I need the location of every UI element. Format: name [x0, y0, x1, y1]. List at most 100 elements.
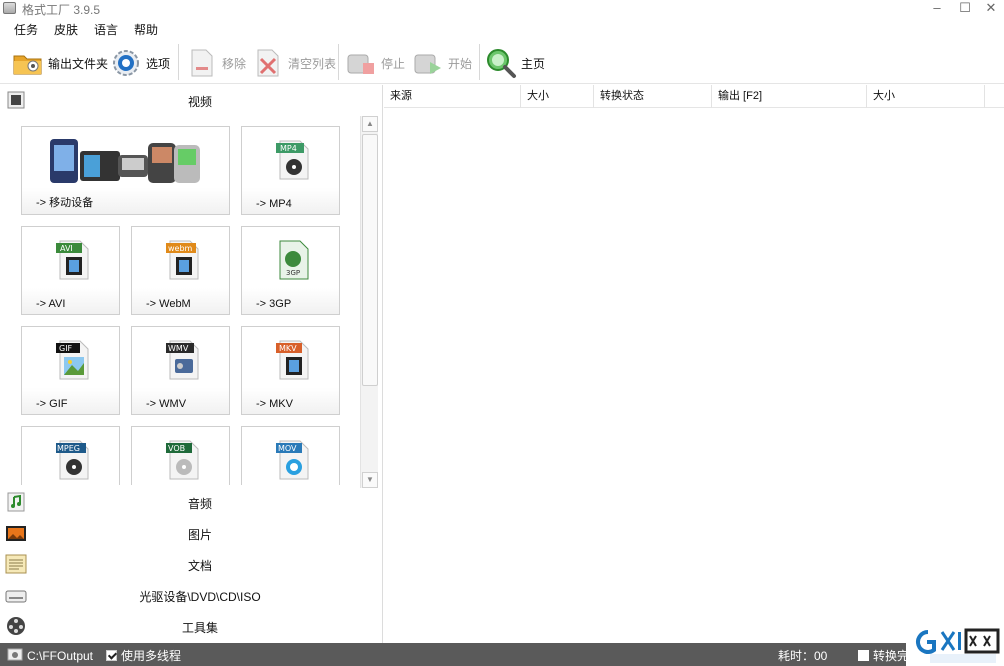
menu-help[interactable]: 帮助: [126, 20, 166, 40]
close-button[interactable]: ✕: [976, 0, 1004, 18]
output-folder-label: 输出文件夹: [48, 56, 109, 71]
category-video-label: 视频: [187, 95, 212, 109]
stop-icon: [345, 47, 377, 79]
webm-file-icon: webm: [166, 237, 200, 281]
category-disc[interactable]: 光驱设备\DVD\CD\ISO: [0, 579, 383, 610]
column-output[interactable]: 输出 [F2]: [712, 85, 867, 108]
toolbar-divider: [338, 44, 339, 80]
menu-language[interactable]: 语言: [86, 20, 126, 40]
tile-gif[interactable]: GIF -> GIF: [21, 326, 120, 415]
start-icon: [412, 47, 444, 79]
category-audio[interactable]: 音频: [0, 486, 383, 517]
svg-text:AVI: AVI: [60, 244, 73, 253]
gif-file-icon: GIF: [56, 337, 90, 381]
stop-label: 停止: [381, 56, 406, 71]
options-button[interactable]: 选项: [110, 47, 170, 79]
output-path: C:\FFOutput: [27, 648, 94, 663]
clear-list-button[interactable]: 清空列表: [252, 47, 336, 79]
avi-file-icon: AVI: [56, 237, 90, 281]
toolbar-divider: [479, 44, 480, 80]
scroll-up-arrow[interactable]: ▲: [362, 116, 378, 132]
svg-text:MKV: MKV: [279, 344, 297, 353]
status-bar: C:\FFOutput 使用多线程 耗时：00 转换完: [0, 643, 1004, 666]
tiles-scrollbar[interactable]: ▲ ▼: [360, 116, 378, 488]
tile-label: -> WebM: [146, 298, 191, 310]
stop-button[interactable]: 停止: [345, 47, 405, 79]
folder-icon: [12, 47, 44, 79]
multithread-label: 使用多线程: [121, 649, 182, 663]
category-audio-label: 音频: [187, 497, 212, 511]
format-tiles: -> 移动设备 MP4 -> MP4 AVI -> AVI webm -> We…: [0, 115, 360, 485]
3gp-file-icon: 3GP: [276, 237, 310, 281]
window-title: 格式工厂 3.9.5: [22, 3, 101, 17]
mov-file-icon: MOV: [276, 437, 310, 481]
scroll-thumb[interactable]: [362, 134, 378, 386]
after-convert-checkbox[interactable]: [858, 650, 869, 661]
mpeg-file-icon: MPEG: [56, 437, 90, 481]
mp4-file-icon: MP4: [276, 137, 310, 181]
gxi-watermark-logo: [906, 622, 1004, 666]
tile-label: -> MKV: [256, 398, 293, 410]
task-list-header: 来源 大小 转换状态 输出 [F2] 大小: [384, 85, 1004, 108]
category-document-label: 文档: [187, 559, 212, 573]
clear-list-icon: [252, 47, 284, 79]
remove-label: 移除: [222, 56, 247, 71]
vob-file-icon: VOB: [166, 437, 200, 481]
svg-text:MP4: MP4: [280, 144, 297, 153]
category-tools-label: 工具集: [181, 621, 218, 635]
mobile-devices-icon: [48, 133, 203, 187]
menu-bar: 任务 皮肤 语言 帮助: [0, 20, 166, 40]
tile-label: -> MP4: [256, 198, 292, 210]
menu-task[interactable]: 任务: [0, 20, 46, 40]
tile-vob[interactable]: VOB: [131, 426, 230, 485]
clear-list-label: 清空列表: [288, 56, 337, 71]
checkbox-checked-icon[interactable]: [106, 650, 117, 661]
svg-text:MOV: MOV: [278, 444, 297, 453]
svg-text:VOB: VOB: [168, 444, 185, 453]
tile-label: -> GIF: [36, 398, 68, 410]
tile-wmv[interactable]: WMV -> WMV: [131, 326, 230, 415]
svg-text:webm: webm: [168, 244, 193, 253]
mkv-file-icon: MKV: [276, 337, 310, 381]
menu-skin[interactable]: 皮肤: [46, 20, 86, 40]
home-button[interactable]: 主页: [485, 47, 545, 79]
tile-label: -> WMV: [146, 398, 187, 410]
category-video-header[interactable]: 视频: [0, 85, 383, 115]
conversion-panel: 视频 -> 移动设备 MP4 -> MP4 AVI -> AVI webm ->…: [0, 85, 383, 643]
home-magnifier-icon: [485, 47, 517, 79]
column-size[interactable]: 大小: [521, 85, 594, 108]
column-source[interactable]: 来源: [384, 85, 521, 108]
elapsed-time: 耗时：00: [778, 647, 827, 664]
tile-label: -> 3GP: [256, 298, 292, 310]
tile-avi[interactable]: AVI -> AVI: [21, 226, 120, 315]
start-label: 开始: [448, 56, 473, 71]
multithread-checkbox[interactable]: 使用多线程: [106, 647, 181, 664]
category-tools[interactable]: 工具集: [0, 610, 383, 641]
after-convert-option[interactable]: 转换完: [858, 647, 909, 664]
tile-label: -> AVI: [36, 298, 66, 310]
tile-mpeg[interactable]: MPEG: [21, 426, 120, 485]
output-folder-status[interactable]: C:\FFOutput: [7, 647, 93, 664]
column-status[interactable]: 转换状态: [594, 85, 712, 108]
toolbar: 输出文件夹 选项 移除 清空列表 停止 开始 主页: [0, 42, 1004, 84]
tile-3gp[interactable]: 3GP -> 3GP: [241, 226, 340, 315]
minimize-button[interactable]: –: [922, 0, 952, 18]
tile-webm[interactable]: webm -> WebM: [131, 226, 230, 315]
category-image[interactable]: 图片: [0, 517, 383, 548]
svg-text:GIF: GIF: [59, 344, 73, 353]
remove-button[interactable]: 移除: [186, 47, 246, 79]
tile-mkv[interactable]: MKV -> MKV: [241, 326, 340, 415]
tile-mp4[interactable]: MP4 -> MP4: [241, 126, 340, 215]
tile-mov[interactable]: MOV: [241, 426, 340, 485]
output-folder-button[interactable]: 输出文件夹: [12, 47, 108, 79]
column-output-size[interactable]: 大小: [867, 85, 985, 108]
after-convert-label: 转换完: [873, 649, 910, 663]
home-label: 主页: [521, 56, 546, 71]
toolbar-divider: [178, 44, 179, 80]
tile-label: -> 移动设备: [36, 197, 94, 209]
app-icon: [3, 2, 16, 14]
start-button[interactable]: 开始: [412, 47, 472, 79]
category-document[interactable]: 文档: [0, 548, 383, 579]
wmv-file-icon: WMV: [166, 337, 200, 381]
tile-mobile-device[interactable]: -> 移动设备: [21, 126, 230, 215]
